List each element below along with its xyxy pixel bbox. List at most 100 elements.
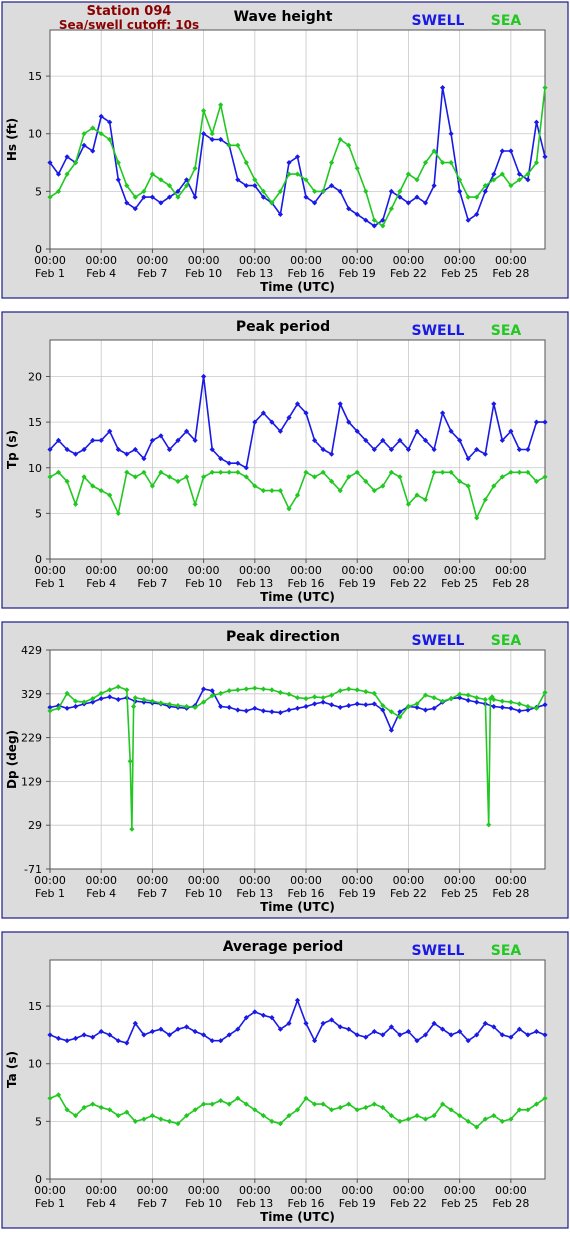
x-tick-label-time: 00:00 — [137, 874, 169, 887]
plot-area — [50, 650, 545, 869]
x-tick-label-time: 00:00 — [444, 1184, 476, 1197]
x-tick-label-date: Feb 10 — [185, 1197, 222, 1210]
y-tick-label: 5 — [35, 507, 42, 520]
chart-panel-3: -712912922932942900:00Feb 100:00Feb 400:… — [1, 621, 569, 919]
legend-sea: SEA — [491, 633, 522, 649]
x-tick-label-date: Feb 4 — [86, 577, 116, 590]
legend-swell: SWELL — [412, 633, 465, 649]
y-axis-title: Ta (s) — [5, 1051, 19, 1088]
y-tick-label: 10 — [28, 462, 42, 475]
legend-swell: SWELL — [412, 943, 465, 959]
cutoff-note: Sea/swell cutoff: 10s — [59, 18, 199, 32]
y-tick-label: 10 — [28, 128, 42, 141]
x-tick-label-date: Feb 16 — [288, 267, 325, 280]
x-tick-label-time: 00:00 — [239, 564, 271, 577]
x-tick-label-time: 00:00 — [444, 874, 476, 887]
x-tick-label-time: 00:00 — [137, 1184, 169, 1197]
x-tick-label-date: Feb 13 — [236, 887, 273, 900]
legend-sea: SEA — [491, 943, 522, 959]
x-tick-label-date: Feb 13 — [236, 267, 273, 280]
x-tick-label-time: 00:00 — [85, 254, 117, 267]
x-tick-label-date: Feb 25 — [441, 267, 478, 280]
x-tick-label-date: Feb 19 — [339, 887, 376, 900]
x-tick-label-date: Feb 4 — [86, 1197, 116, 1210]
y-tick-label: 10 — [28, 1058, 42, 1071]
x-tick-label-date: Feb 28 — [492, 1197, 529, 1210]
chart-panel-2: 0510152000:00Feb 100:00Feb 400:00Feb 700… — [1, 311, 569, 609]
chart-title: Peak direction — [226, 629, 340, 645]
x-tick-label-time: 00:00 — [239, 1184, 271, 1197]
x-tick-label-time: 00:00 — [239, 254, 271, 267]
x-tick-label-date: Feb 1 — [35, 887, 65, 900]
x-tick-label-date: Feb 28 — [492, 887, 529, 900]
x-tick-label-time: 00:00 — [290, 874, 322, 887]
chart-title: Average period — [223, 939, 344, 955]
y-tick-label: 329 — [21, 688, 42, 701]
x-tick-label-date: Feb 1 — [35, 1197, 65, 1210]
y-tick-label: 15 — [28, 70, 42, 83]
x-tick-label-date: Feb 19 — [339, 1197, 376, 1210]
x-tick-label-date: Feb 16 — [288, 887, 325, 900]
plot-area — [50, 30, 545, 249]
legend-sea: SEA — [491, 13, 522, 29]
x-tick-label-time: 00:00 — [137, 564, 169, 577]
x-tick-label-date: Feb 13 — [236, 1197, 273, 1210]
x-tick-label-time: 00:00 — [495, 564, 527, 577]
x-tick-label-time: 00:00 — [188, 564, 220, 577]
x-tick-label-time: 00:00 — [393, 874, 425, 887]
x-tick-label-date: Feb 4 — [86, 887, 116, 900]
x-tick-label-time: 00:00 — [290, 1184, 322, 1197]
x-tick-label-time: 00:00 — [495, 1184, 527, 1197]
y-tick-label: 5 — [35, 1115, 42, 1128]
x-axis-title: Time (UTC) — [260, 590, 335, 604]
y-axis-title: Dp (deg) — [5, 730, 19, 789]
buoy-data-figure: 0 5 10 15 00:00 Feb 1 00:00 Feb 4 00:00 Feb 7 00:0… — [0, 0, 570, 1240]
plot-area — [50, 960, 545, 1179]
y-axis-title: Tp (s) — [5, 430, 19, 469]
x-tick-label-date: Feb 7 — [137, 1197, 167, 1210]
x-tick-label-time: 00:00 — [188, 1184, 220, 1197]
x-tick-label-time: 00:00 — [341, 564, 373, 577]
x-tick-label-time: 00:00 — [393, 254, 425, 267]
x-tick-label-time: 00:00 — [239, 874, 271, 887]
x-tick-label-date: Feb 7 — [137, 577, 167, 590]
x-tick-label-date: Feb 10 — [185, 887, 222, 900]
x-tick-label-date: Feb 10 — [185, 577, 222, 590]
x-tick-label-time: 00:00 — [495, 254, 527, 267]
y-tick-label: 15 — [28, 416, 42, 429]
x-tick-label-time: 00:00 — [341, 874, 373, 887]
x-tick-label-date: Feb 10 — [185, 267, 222, 280]
figure-svg: 05101500:00Feb 100:00Feb 400:00Feb 700:0… — [1, 1, 569, 1229]
y-tick-label: 29 — [28, 819, 42, 832]
x-tick-label-time: 00:00 — [393, 564, 425, 577]
x-tick-label-time: 00:00 — [393, 1184, 425, 1197]
x-tick-label-time: 00:00 — [188, 874, 220, 887]
y-tick-label: 5 — [35, 185, 42, 198]
y-tick-label: 20 — [28, 371, 42, 384]
x-tick-label-time: 00:00 — [341, 254, 373, 267]
chart-panel-1: 05101500:00Feb 100:00Feb 400:00Feb 700:0… — [1, 1, 569, 299]
x-tick-label-time: 00:00 — [290, 254, 322, 267]
x-tick-label-time: 00:00 — [188, 254, 220, 267]
x-tick-label-time: 00:00 — [137, 254, 169, 267]
y-tick-label: 429 — [21, 644, 42, 657]
y-axis-title: Hs (ft) — [5, 118, 19, 161]
x-axis-title: Time (UTC) — [260, 1210, 335, 1224]
x-tick-label-date: Feb 22 — [390, 267, 427, 280]
x-tick-label-time: 00:00 — [495, 874, 527, 887]
x-tick-label-date: Feb 28 — [492, 577, 529, 590]
x-tick-label-date: Feb 22 — [390, 1197, 427, 1210]
x-tick-label-date: Feb 25 — [441, 1197, 478, 1210]
y-tick-label: 129 — [21, 775, 42, 788]
x-tick-label-time: 00:00 — [444, 254, 476, 267]
x-tick-label-date: Feb 4 — [86, 267, 116, 280]
x-tick-label-date: Feb 7 — [137, 267, 167, 280]
x-tick-label-date: Feb 25 — [441, 887, 478, 900]
x-tick-label-date: Feb 7 — [137, 887, 167, 900]
x-tick-label-time: 00:00 — [34, 1184, 66, 1197]
station-name: Station 094 — [87, 4, 172, 19]
x-tick-label-time: 00:00 — [290, 564, 322, 577]
plot-area — [50, 340, 545, 559]
x-tick-label-time: 00:00 — [34, 564, 66, 577]
x-tick-label-time: 00:00 — [341, 1184, 373, 1197]
